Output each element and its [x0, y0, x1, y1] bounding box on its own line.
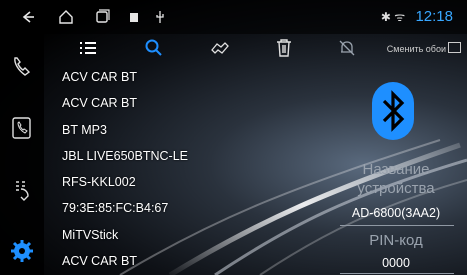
search-button[interactable]: [144, 38, 164, 58]
bluetooth-wifi-icon: ✱ ᯤ: [380, 10, 406, 24]
status-bar: ✱ ᯤ 12:18: [0, 0, 467, 34]
device-list: ACV CAR BT ACV CAR BT BT MP3 JBL LIVE650…: [62, 64, 272, 274]
usb-icon: [152, 9, 168, 25]
toolbar: Сменить обои: [44, 34, 467, 62]
list-item[interactable]: ACV CAR BT: [62, 64, 272, 90]
change-wallpaper-label: Сменить обои: [386, 44, 446, 54]
status-indicators: ✱ ᯤ 12:18: [381, 8, 453, 25]
sidebar-item-settings[interactable]: [9, 238, 35, 264]
handshake-icon: [211, 42, 229, 54]
image-icon: [448, 42, 461, 53]
mute-notifications-button[interactable]: [337, 38, 357, 58]
list-item[interactable]: RFS-KKL002: [62, 169, 272, 195]
sidebar-item-phone[interactable]: [9, 54, 35, 80]
search-icon: [145, 39, 162, 56]
phone-icon: [14, 57, 31, 76]
sidebar: [0, 34, 44, 275]
divider: [340, 225, 454, 226]
list-item[interactable]: MiTVStick: [62, 222, 272, 248]
list-item[interactable]: 79:3E:85:FC:B4:67: [62, 195, 272, 221]
device-list-button[interactable]: [78, 38, 98, 58]
back-icon[interactable]: [20, 9, 36, 25]
sd-card-icon: [126, 9, 142, 25]
delete-button[interactable]: [274, 38, 294, 58]
list-icon: [80, 42, 96, 54]
clock: 12:18: [415, 8, 453, 25]
trash-icon: [277, 39, 291, 57]
pin-label: PIN-код: [369, 232, 423, 249]
device-name-value[interactable]: AD-6800(3AA2): [336, 206, 456, 220]
sidebar-item-dialpad[interactable]: [9, 177, 35, 203]
sidebar-item-call-log[interactable]: [9, 115, 35, 141]
bell-off-icon: [339, 40, 355, 56]
change-wallpaper-button[interactable]: Сменить обои: [387, 42, 461, 54]
list-item[interactable]: ACV CAR BT: [62, 248, 272, 274]
divider: [340, 273, 454, 274]
dialpad-hand-icon: [16, 181, 29, 201]
home-icon[interactable]: [58, 9, 74, 25]
device-name-label: Название устройства: [357, 161, 435, 197]
pair-button[interactable]: [210, 38, 230, 58]
call-log-icon: [12, 117, 31, 139]
pin-value[interactable]: 0000: [336, 256, 456, 270]
list-item[interactable]: JBL LIVE650BTNC-LE: [62, 143, 272, 169]
list-item[interactable]: BT MP3: [62, 117, 272, 143]
recent-apps-icon[interactable]: [94, 9, 110, 25]
list-item[interactable]: ACV CAR BT: [62, 90, 272, 116]
gear-icon: [11, 240, 33, 262]
bluetooth-icon: [372, 82, 414, 140]
